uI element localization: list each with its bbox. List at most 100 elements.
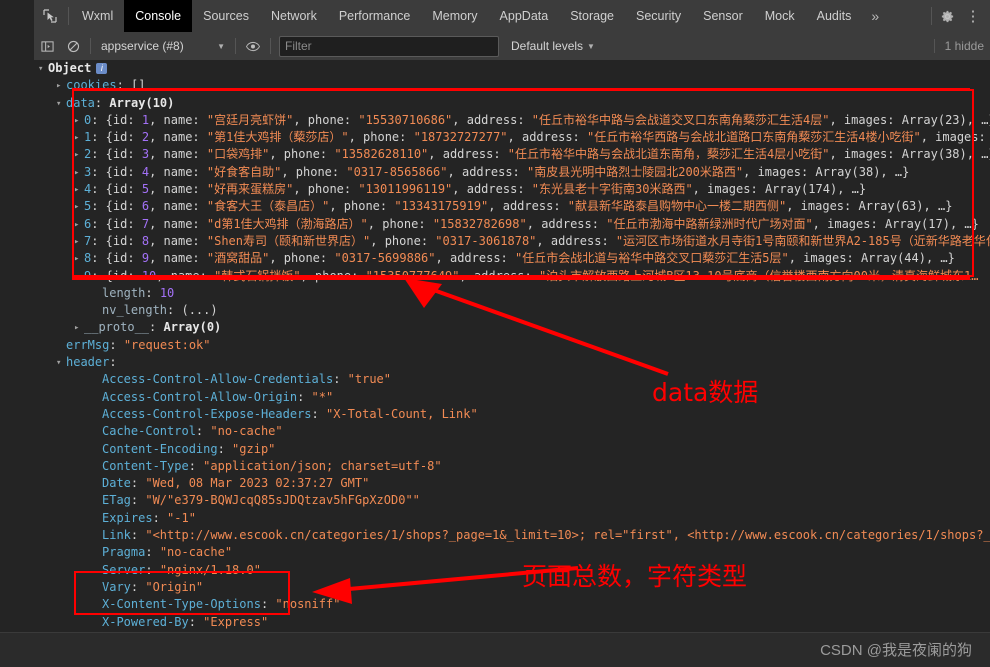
chevron-right-icon[interactable] (74, 199, 84, 216)
inspect-element-icon[interactable] (34, 0, 66, 32)
console-token: : (261, 597, 275, 611)
console-token: "18732727277" (414, 130, 508, 144)
console-row[interactable]: X-Powered-By: "Express" (34, 614, 990, 631)
console-row[interactable]: length: 10 (34, 285, 990, 302)
console-token: : (149, 320, 163, 334)
console-token: "X-Total-Count, Link" (326, 407, 478, 421)
live-expression-icon[interactable] (240, 32, 266, 60)
chevron-right-icon[interactable] (74, 234, 84, 251)
log-levels-selector[interactable]: Default levels ▼ (511, 39, 595, 53)
tab-sources[interactable]: Sources (192, 0, 260, 32)
console-row[interactable]: Vary: "Origin" (34, 579, 990, 596)
chevron-right-icon[interactable] (74, 165, 84, 182)
console-row[interactable]: Access-Control-Expose-Headers: "X-Total-… (34, 406, 990, 423)
console-token: : (513, 165, 527, 179)
chevron-right-icon[interactable] (74, 217, 84, 234)
console-token: name (164, 130, 193, 144)
chevron-down-icon[interactable] (38, 61, 48, 78)
chevron-right-icon[interactable] (74, 251, 84, 268)
console-token: : (297, 390, 311, 404)
chevron-right-icon[interactable] (56, 78, 66, 95)
console-row[interactable]: Server: "nginx/1.18.0" (34, 562, 990, 579)
console-row[interactable]: nv_length: (...) (34, 302, 990, 319)
console-token: Access-Control-Expose-Headers (102, 407, 312, 421)
console-token: "15832782698" (433, 217, 527, 231)
console-token: , (370, 234, 384, 248)
console-row[interactable]: 4: {id: 5, name: "好再来蛋糕房", phone: "13011… (34, 181, 990, 198)
chevron-down-icon[interactable] (56, 96, 66, 113)
console-token: : (592, 217, 606, 231)
console-row[interactable]: data: Array(10) (34, 95, 990, 112)
console-row[interactable]: 9: {id: 10, name: "韩式石锅拌饭", phone: "1535… (34, 268, 990, 285)
console-row[interactable]: 0: {id: 1, name: "宫廷月亮虾饼", phone: "15530… (34, 112, 990, 129)
console-row[interactable]: 5: {id: 6, name: "食客大王（泰昌店）", phone: "13… (34, 198, 990, 215)
console-row[interactable]: __proto__: Array(0) (34, 319, 990, 336)
tab-console[interactable]: Console (124, 0, 192, 32)
console-token: , …} (967, 147, 990, 161)
console-token: name (164, 251, 193, 265)
console-token: "任丘市渤海中路新绿洲时代广场对面" (606, 217, 812, 231)
console-row[interactable]: 1: {id: 2, name: "第1佳大鸡排（蔾莎店）", phone: "… (34, 129, 990, 146)
console-token: "d第1佳大鸡排（渤海路店）" (207, 217, 368, 231)
console-token: : (192, 234, 206, 248)
more-tabs-icon[interactable]: » (862, 0, 888, 32)
console-row[interactable]: 6: {id: 7, name: "d第1佳大鸡排（渤海路店）", phone:… (34, 216, 990, 233)
console-row[interactable]: Link: "<http://www.escook.cn/categories/… (34, 527, 990, 544)
chevron-right-icon[interactable] (74, 320, 84, 337)
tab-security[interactable]: Security (625, 0, 692, 32)
tab-appdata[interactable]: AppData (489, 0, 560, 32)
console-token: 9 (142, 251, 149, 265)
console-row[interactable]: Object (34, 60, 990, 77)
tab-audits[interactable]: Audits (806, 0, 863, 32)
tab-storage[interactable]: Storage (559, 0, 625, 32)
console-row[interactable]: 2: {id: 3, name: "口袋鸡排", phone: "1358262… (34, 146, 990, 163)
console-row[interactable]: Pragma: "no-cache" (34, 544, 990, 561)
console-row[interactable]: Content-Type: "application/json; charset… (34, 458, 990, 475)
console-row[interactable]: Expires: "-1" (34, 510, 990, 527)
chevron-right-icon[interactable] (74, 113, 84, 130)
console-token: images (844, 113, 887, 127)
chevron-down-icon[interactable] (56, 355, 66, 372)
console-row[interactable]: Access-Control-Allow-Origin: "*" (34, 389, 990, 406)
chevron-right-icon[interactable] (74, 182, 84, 199)
context-selector[interactable]: appservice (#8) ▼ (95, 39, 231, 53)
console-row[interactable]: Cache-Control: "no-cache" (34, 423, 990, 440)
console-output[interactable]: Objectcookies: []data: Array(10)0: {id: … (0, 60, 990, 632)
console-row[interactable]: header: (34, 354, 990, 371)
gear-icon[interactable] (934, 0, 960, 32)
console-token: : (192, 182, 206, 196)
console-row[interactable]: ETag: "W/"e379-BQWJcqQ85sJDQtzav5hFGpXzO… (34, 492, 990, 509)
console-token: , (460, 269, 474, 283)
clear-console-icon[interactable] (60, 32, 86, 60)
chevron-right-icon[interactable] (74, 130, 84, 147)
filter-input[interactable]: Filter (279, 36, 499, 57)
tab-network[interactable]: Network (260, 0, 328, 32)
kebab-icon[interactable]: ⋮ (960, 0, 986, 32)
console-row[interactable]: cookies: [] (34, 77, 990, 94)
tab-wxml[interactable]: Wxml (71, 0, 124, 32)
console-token: : (192, 199, 206, 213)
console-row[interactable]: Content-Encoding: "gzip" (34, 441, 990, 458)
console-row[interactable]: 3: {id: 4, name: "好食客自助", phone: "0317-8… (34, 164, 990, 181)
console-token: "application/json; charset=utf-8" (203, 459, 441, 473)
console-token: phone (385, 234, 421, 248)
console-sidebar-icon[interactable] (34, 32, 60, 60)
tab-memory[interactable]: Memory (421, 0, 488, 32)
chevron-right-icon[interactable] (74, 147, 84, 164)
console-token: : (196, 424, 210, 438)
console-row[interactable]: errMsg: "request:ok" (34, 337, 990, 354)
console-token: address (467, 113, 518, 127)
console-row[interactable]: 8: {id: 9, name: "酒窝甜品", phone: "0317-56… (34, 250, 990, 267)
devtools-tabbar: Wxml Console Sources Network Performance… (0, 0, 990, 33)
console-token: , (488, 199, 502, 213)
console-token: Array(174) (765, 182, 837, 196)
tab-mock[interactable]: Mock (754, 0, 806, 32)
console-row[interactable]: Date: "Wed, 08 Mar 2023 02:37:27 GMT" (34, 475, 990, 492)
console-row[interactable]: 7: {id: 8, name: "Shen寿司（颐和新世界店）", phone… (34, 233, 990, 250)
chevron-right-icon[interactable] (74, 269, 84, 286)
tab-performance[interactable]: Performance (328, 0, 422, 32)
tab-sensor[interactable]: Sensor (692, 0, 754, 32)
console-row[interactable]: X-Content-Type-Options: "nosniff" (34, 596, 990, 613)
console-row[interactable]: Access-Control-Allow-Credentials: "true" (34, 371, 990, 388)
console-token: : (320, 147, 334, 161)
